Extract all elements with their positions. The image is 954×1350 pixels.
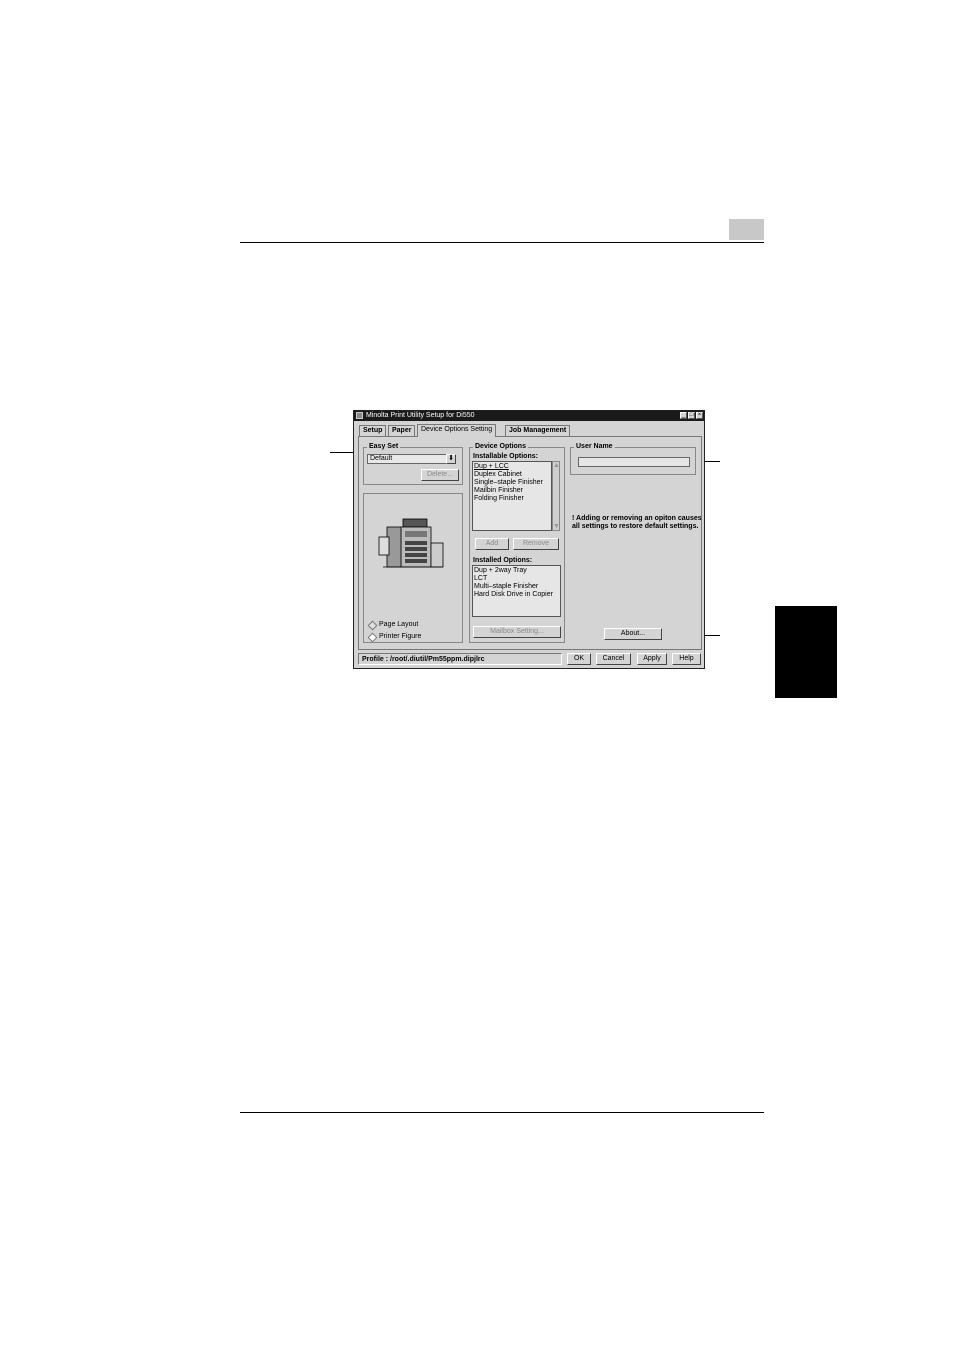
- app-icon: [356, 412, 363, 419]
- ok-button[interactable]: OK: [567, 653, 591, 665]
- header-rule: [240, 242, 764, 243]
- apply-button[interactable]: Apply: [637, 653, 667, 665]
- list-item[interactable]: Single–staple Finisher: [474, 479, 550, 487]
- chevron-down-icon: ⬇: [448, 455, 454, 462]
- printer-figure-image: [378, 518, 444, 568]
- scroll-up-icon[interactable]: ▲: [553, 462, 560, 469]
- page-tab-marker: [729, 219, 764, 240]
- printer-figure-label: Printer Figure: [379, 633, 422, 640]
- warning-text: ! Adding or removing an opiton causes al…: [572, 515, 702, 530]
- list-item[interactable]: LCT: [474, 575, 559, 583]
- list-item[interactable]: Dup + LCC: [474, 463, 550, 471]
- tab-setup[interactable]: Setup: [359, 425, 387, 436]
- list-item[interactable]: Duplex Cabinet: [474, 471, 550, 479]
- cancel-button[interactable]: Cancel: [596, 653, 631, 665]
- user-name-label: User Name: [574, 443, 615, 451]
- maximize-button[interactable]: □: [688, 412, 695, 419]
- list-item[interactable]: Dup + 2way Tray: [474, 567, 559, 575]
- mailbox-setting-button[interactable]: Mailbox Setting...: [473, 626, 561, 638]
- installed-options-list[interactable]: Dup + 2way Tray LCT Multi–staple Finishe…: [472, 565, 561, 617]
- list-item[interactable]: Folding Finisher: [474, 495, 550, 503]
- window-title: Minolta Print Utility Setup for Di550: [366, 412, 475, 419]
- profile-status: Profile : /root/.diutil/Pm55ppm.dipjlrc: [358, 653, 562, 665]
- easy-set-label: Easy Set: [367, 443, 401, 451]
- tab-job-management[interactable]: Job Management: [505, 425, 571, 436]
- side-chapter-tab: [775, 606, 837, 698]
- help-button[interactable]: Help: [672, 653, 701, 665]
- setup-window: Minolta Print Utility Setup for Di550 _ …: [353, 410, 705, 669]
- user-name-input[interactable]: [578, 457, 690, 467]
- minimize-button[interactable]: _: [680, 412, 687, 419]
- tab-panel: Easy Set Default ⬇ Delete... Page Layout…: [358, 436, 702, 650]
- remove-button[interactable]: Remove: [513, 538, 559, 550]
- installable-options-label: Installable Options:: [473, 453, 538, 460]
- installed-options-label: Installed Options:: [473, 557, 533, 564]
- footer-rule: [240, 1112, 764, 1113]
- installable-scrollbar[interactable]: ▲ ▼: [552, 461, 560, 531]
- list-item[interactable]: Multi–staple Finisher: [474, 583, 559, 591]
- about-button[interactable]: About...: [604, 628, 662, 640]
- add-button[interactable]: Add: [475, 538, 509, 550]
- list-item[interactable]: Mailbin Finisher: [474, 487, 550, 495]
- easy-set-dropdown-button[interactable]: ⬇: [446, 454, 456, 464]
- page-layout-label: Page Layout: [379, 621, 419, 628]
- close-button[interactable]: ×: [696, 412, 703, 419]
- delete-button[interactable]: Delete...: [421, 469, 459, 481]
- installable-options-list[interactable]: Dup + LCC Duplex Cabinet Single–staple F…: [472, 461, 552, 531]
- list-item[interactable]: Hard Disk Drive in Copier: [474, 591, 559, 599]
- tab-paper[interactable]: Paper: [388, 425, 416, 436]
- device-options-label: Device Options: [473, 443, 528, 451]
- title-bar[interactable]: Minolta Print Utility Setup for Di550 _ …: [354, 411, 704, 421]
- easy-set-select[interactable]: Default: [367, 454, 453, 464]
- scroll-down-icon[interactable]: ▼: [553, 523, 560, 530]
- tab-device-options-setting[interactable]: Device Options Setting: [417, 424, 497, 437]
